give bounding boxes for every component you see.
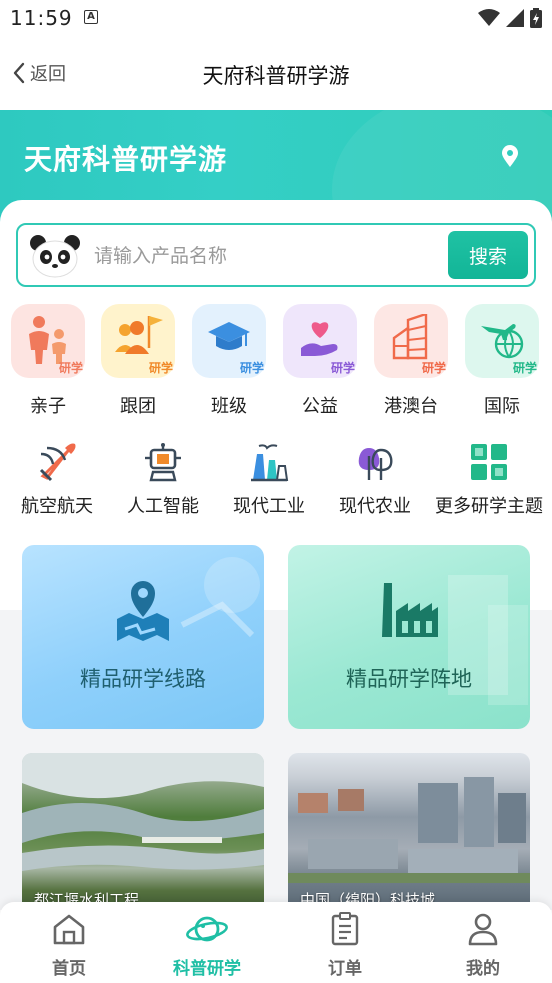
clipboard-icon [331,912,359,946]
page-title: 天府科普研学游 [202,64,350,88]
planet-icon [186,916,228,942]
topic-label: 现代工业 [233,496,305,517]
category-label: 班级 [211,396,247,417]
bottom-tab-bar: 首页 科普研学 订单 我的 [0,902,552,983]
feature-card-route[interactable]: 精品研学线路 [22,545,264,729]
category-tag: 研学 [58,361,83,375]
category-label: 港澳台 [384,396,438,417]
category-class[interactable]: 研学 班级 [189,304,269,418]
feature-label: 精品研学阵地 [346,667,472,691]
panda-icon [30,235,80,278]
category-charity[interactable]: 研学 公益 [280,304,360,418]
category-tile: 研学 [283,304,357,378]
photo-card-dujiangyan[interactable]: 都江堰水利工程 [22,753,264,913]
wifi-icon [478,9,500,26]
category-hk-macao-taiwan[interactable]: 研学 港澳台 [371,304,451,418]
search-input[interactable] [94,239,434,273]
category-tile: 研学 [465,304,539,378]
category-label: 公益 [302,396,338,417]
signal-icon [506,9,524,27]
rocket-icon [39,443,76,482]
category-label: 亲子 [30,396,66,417]
tab-label: 科普研学 [173,959,241,979]
search-button[interactable]: 搜索 [448,231,528,279]
category-tag: 研学 [148,361,173,375]
tab-label: 首页 [52,959,86,979]
user-icon [468,913,498,946]
tab-label: 我的 [466,959,500,979]
category-tile: 研学 [11,304,85,378]
tab-home[interactable]: 首页 [14,912,124,979]
tree-icon [358,448,393,480]
tab-science-study[interactable]: 科普研学 [152,912,262,979]
category-label: 跟团 [120,396,156,417]
category-tag: 研学 [239,361,264,375]
feature-label: 精品研学线路 [80,667,206,691]
tab-profile[interactable]: 我的 [428,912,538,979]
map-route-icon [117,581,169,641]
notification-a-icon: A [84,10,98,24]
hero-title: 天府科普研学游 [24,143,228,176]
category-international[interactable]: 研学 国际 [462,304,542,418]
nav-bar: 返回 天府科普研学游 [0,36,552,112]
search-box: 搜索 [16,223,536,287]
topic-industry[interactable]: 现代工业 [226,440,312,518]
location-pin-icon[interactable] [500,144,520,168]
plane-globe-icon [481,324,524,359]
category-group-tour[interactable]: 研学 跟团 [98,304,178,418]
topic-agriculture[interactable]: 现代农业 [332,440,418,518]
photo-card-mianyang[interactable]: 中国（绵阳）科技城 [288,753,530,913]
family-icon [29,316,66,364]
tab-label: 订单 [328,959,362,979]
grid-icon [471,444,507,480]
group-flag-icon [115,316,163,354]
graduation-cap-icon [208,322,250,350]
industrial-base-icon [382,583,438,637]
status-icons [478,8,542,28]
battery-icon [530,8,542,28]
topic-label: 航空航天 [21,496,93,517]
category-tag: 研学 [512,361,537,375]
topic-label: 现代农业 [339,496,411,517]
category-label: 国际 [484,396,520,417]
topic-ai[interactable]: 人工智能 [120,440,206,518]
topic-aerospace[interactable]: 航空航天 [14,440,100,518]
feature-card-base[interactable]: 精品研学阵地 [288,545,530,729]
robot-icon [145,443,181,482]
category-tag: 研学 [330,361,355,375]
topic-more[interactable]: 更多研学主题 [430,440,548,518]
building-icon [392,314,428,360]
status-time: 11:59 [10,6,73,30]
home-icon [53,914,85,945]
tab-orders[interactable]: 订单 [290,912,400,979]
category-tile: 研学 [374,304,448,378]
category-tag: 研学 [421,361,446,375]
heart-hand-icon [301,322,338,356]
category-tile: 研学 [101,304,175,378]
category-row: 研学 亲子 研学 跟团 研学 班级 研学 公益 研学 港澳台 研学 国际 [0,304,552,424]
category-tile: 研学 [192,304,266,378]
category-family[interactable]: 研学 亲子 [8,304,88,418]
factory-icon [251,444,289,482]
status-bar: 11:59 A [0,0,552,36]
topic-label: 更多研学主题 [435,496,543,517]
topic-row: 航空航天 人工智能 现代工业 现代农业 更多研学主题 [0,440,552,530]
topic-label: 人工智能 [127,496,199,517]
